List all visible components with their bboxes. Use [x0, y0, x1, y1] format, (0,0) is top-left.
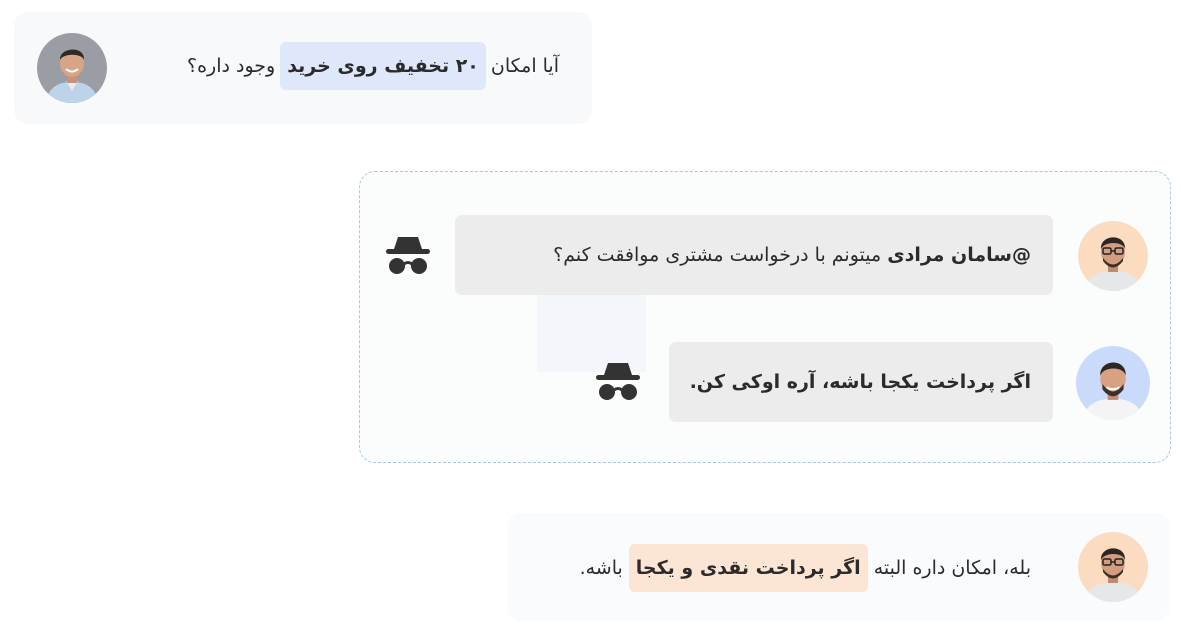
answer-body: اگر پرداخت یکجا باشه، آره اوکی کن. — [689, 371, 1031, 393]
highlighted-condition: اگر پرداخت نقدی و یکجا — [628, 544, 868, 592]
manager-avatar — [1076, 346, 1150, 420]
highlighted-discount: ۲۰ تخفیف روی خرید — [280, 42, 486, 90]
mention[interactable]: @سامان مرادی — [887, 244, 1031, 266]
answer-text: اگر پرداخت یکجا باشه، آره اوکی کن. — [690, 358, 1031, 406]
agent-avatar — [1078, 221, 1148, 291]
question-text: @سامان مرادی میتونم با درخواست مشتری موا… — [553, 231, 1031, 279]
incognito-icon — [596, 363, 640, 400]
agent-avatar — [1078, 532, 1148, 602]
customer-avatar — [37, 33, 107, 103]
message-text-start: آیا امکان — [490, 55, 559, 77]
customer-message-card: آیا امکان ۲۰ تخفیف روی خرید وجود داره؟ — [14, 12, 592, 124]
reply-message-text: بله، امکان داره البته اگر پرداخت نقدی و … — [580, 544, 1031, 592]
question-body: میتونم با درخواست مشتری موافقت کنم؟ — [553, 244, 882, 266]
customer-message-text: آیا امکان ۲۰ تخفیف روی خرید وجود داره؟ — [187, 42, 559, 90]
message-text-end: وجود داره؟ — [186, 55, 276, 77]
incognito-icon — [386, 237, 430, 274]
reply-text-start: بله، امکان داره البته — [873, 557, 1031, 579]
reply-text-end: باشه. — [579, 557, 623, 579]
